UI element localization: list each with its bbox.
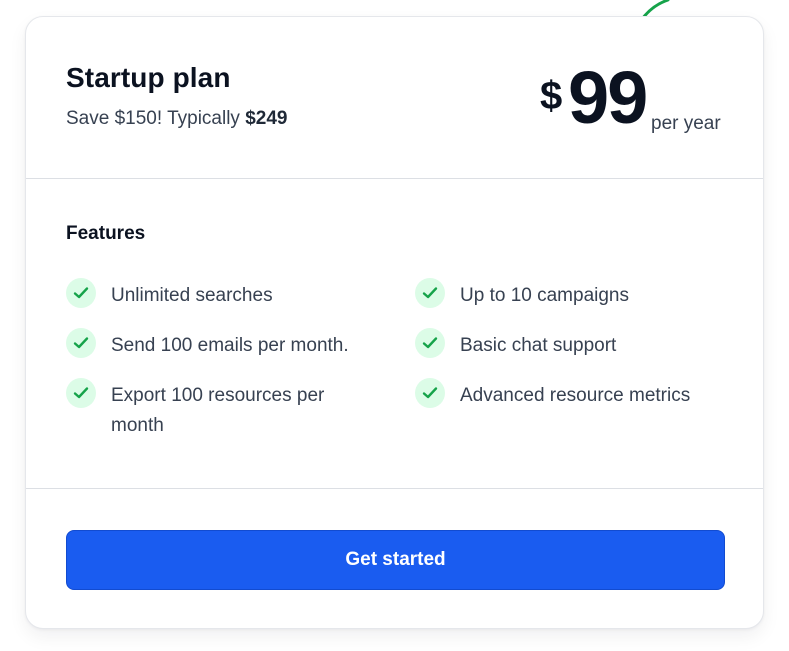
check-icon [415,278,445,308]
feature-label: Send 100 emails per month. [111,335,349,356]
price-amount: 99 [568,56,648,139]
feature-label: Unlimited searches [111,285,273,306]
feature-label: Export 100 resources per month [111,385,325,436]
pricing-card: Startup plan Save $150! Typically $249 $… [25,16,764,629]
plan-savings-text: Save $150! Typically $249 [66,108,288,130]
typical-price: $249 [245,108,288,129]
price-period: per year [651,113,721,134]
feature-label: Basic chat support [460,335,617,356]
savings-label: Save $150! Typically [66,108,240,129]
plan-title: Startup plan [66,62,231,93]
check-icon [415,328,445,358]
check-icon [66,278,96,308]
price-currency: $ [540,74,563,118]
feature-label: Up to 10 campaigns [460,285,629,306]
check-icon [66,378,96,408]
features-heading: Features [66,223,146,244]
check-icon [66,328,96,358]
check-icon [415,378,445,408]
section-divider [26,488,763,489]
section-divider [26,178,763,179]
get-started-button[interactable]: Get started [66,530,725,590]
plan-header: Startup plan Save $150! Typically $249 $… [26,17,763,178]
feature-label: Advanced resource metrics [460,385,691,406]
